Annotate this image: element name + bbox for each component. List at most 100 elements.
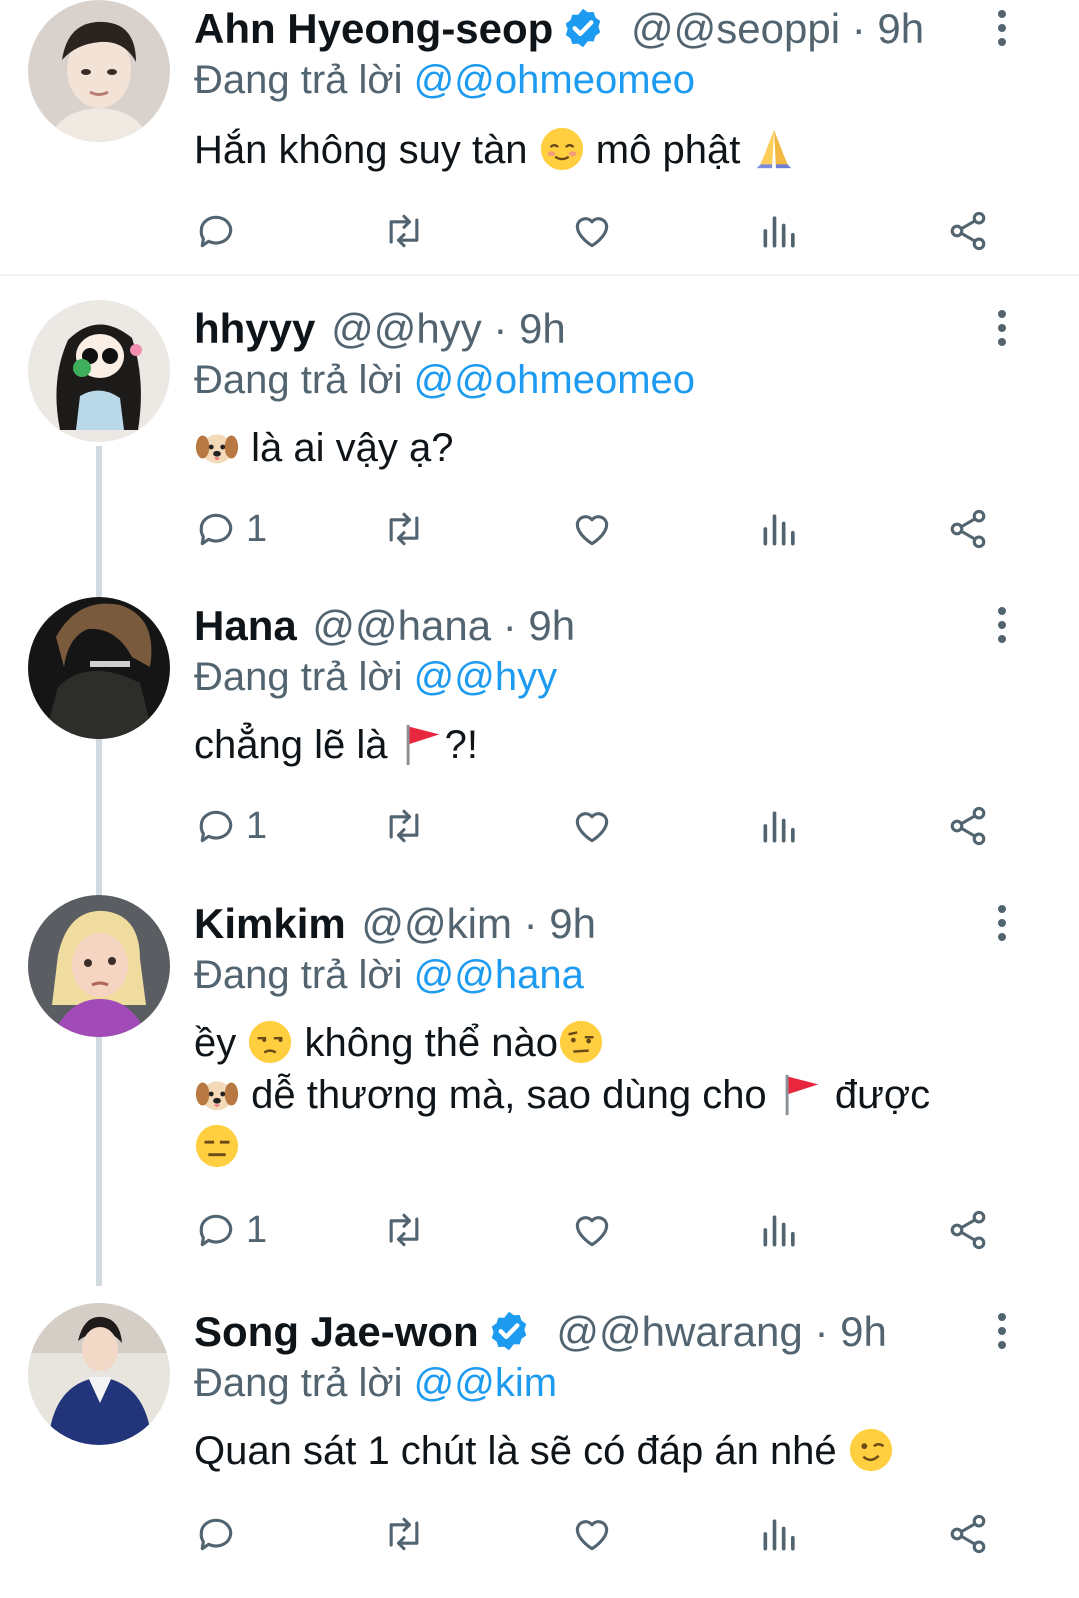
avatar[interactable] bbox=[28, 300, 170, 442]
author-name[interactable]: Song Jae-won bbox=[194, 1308, 479, 1355]
author-handle[interactable]: @@hwarang bbox=[556, 1308, 802, 1355]
author-handle[interactable]: @@hyy bbox=[331, 305, 482, 352]
tweet-actions bbox=[0, 206, 1079, 256]
tweet-actions: 1 bbox=[0, 504, 1079, 554]
share-button[interactable] bbox=[946, 206, 990, 256]
retweet-button[interactable] bbox=[382, 1509, 426, 1559]
views-button[interactable] bbox=[758, 504, 802, 554]
timestamp[interactable]: · 9h bbox=[524, 900, 596, 947]
reply-mention-link[interactable]: @@ohmeomeo bbox=[414, 358, 695, 402]
tweet-text-segment: không thể nào bbox=[293, 1021, 559, 1065]
timestamp[interactable]: · 9h bbox=[503, 602, 575, 649]
reply-count: 1 bbox=[246, 804, 268, 847]
author-name[interactable]: Hana bbox=[194, 602, 297, 649]
retweet-button[interactable] bbox=[382, 1205, 426, 1255]
author-name[interactable]: hhyyy bbox=[194, 305, 315, 352]
tweet-actions: 1 bbox=[0, 1205, 1079, 1255]
reply-prefix: Đang trả lời bbox=[194, 1361, 403, 1405]
reply-mention-link[interactable]: @@ohmeomeo bbox=[414, 58, 695, 102]
share-icon bbox=[950, 1514, 986, 1554]
like-button[interactable] bbox=[570, 504, 614, 554]
unamused-face-emoji bbox=[249, 1020, 292, 1064]
share-icon bbox=[950, 1210, 986, 1250]
reply-icon bbox=[199, 1214, 233, 1247]
timestamp[interactable]: · 9h bbox=[493, 305, 565, 352]
heart-icon bbox=[575, 217, 609, 248]
tweet-text-segment: Quan sát 1 chút là sẽ có đáp án nhé bbox=[194, 1429, 848, 1473]
avatar[interactable] bbox=[28, 895, 170, 1037]
like-button[interactable] bbox=[570, 801, 614, 851]
heart-icon bbox=[575, 812, 609, 843]
red-flag-emoji bbox=[785, 1074, 819, 1116]
retweet-icon bbox=[389, 1213, 419, 1247]
reply-mention-link[interactable]: @@hana bbox=[414, 953, 584, 997]
avatar[interactable] bbox=[28, 0, 170, 142]
views-button[interactable] bbox=[758, 206, 802, 256]
like-button[interactable] bbox=[570, 206, 614, 256]
avatar[interactable] bbox=[28, 1303, 170, 1445]
share-button[interactable] bbox=[946, 801, 990, 851]
reply-count: 1 bbox=[246, 507, 268, 550]
retweet-icon bbox=[389, 1517, 419, 1551]
tweet-text-segment: Hắn không suy tàn bbox=[194, 128, 539, 172]
author-name[interactable]: Ahn Hyeong-seop bbox=[194, 5, 553, 52]
tweet-actions bbox=[0, 1509, 1079, 1559]
reply-context: Đang trả lời @@hyy bbox=[194, 651, 557, 703]
author-name[interactable]: Kimkim bbox=[194, 900, 346, 947]
timestamp[interactable]: · 9h bbox=[852, 5, 924, 52]
more-vertical-icon[interactable] bbox=[990, 308, 1014, 348]
retweet-button[interactable] bbox=[382, 801, 426, 851]
more-vertical-icon[interactable] bbox=[990, 903, 1014, 943]
reply-button[interactable]: 1 bbox=[194, 504, 267, 554]
tweet-text: ềy không thể nào dễ thương mà, sao dùng … bbox=[194, 1017, 930, 1173]
retweet-button[interactable] bbox=[382, 206, 426, 256]
reply-context: Đang trả lời @@kim bbox=[194, 1357, 557, 1409]
reply-button[interactable]: 1 bbox=[194, 801, 267, 851]
reply-icon bbox=[199, 513, 233, 546]
retweet-icon bbox=[389, 512, 419, 546]
reply-mention-link[interactable]: @@kim bbox=[414, 1361, 557, 1405]
winking-face-emoji bbox=[849, 1428, 892, 1472]
red-flag-emoji bbox=[406, 724, 439, 766]
views-icon bbox=[763, 1215, 795, 1247]
share-button[interactable] bbox=[946, 1509, 990, 1559]
heart-icon bbox=[575, 1216, 609, 1247]
author-handle[interactable]: @@seoppi bbox=[631, 5, 840, 52]
thread-line bbox=[96, 446, 102, 1286]
raised-eyebrow-emoji bbox=[559, 1020, 603, 1064]
tweet-header: Ahn Hyeong-seop @@seoppi · 9h bbox=[194, 0, 924, 58]
reply-count: 1 bbox=[246, 1208, 268, 1251]
author-handle[interactable]: @@kim bbox=[361, 900, 512, 947]
reply-prefix: Đang trả lời bbox=[194, 655, 403, 699]
tweet-text-segment: là ai vậy ạ? bbox=[240, 426, 454, 470]
share-icon bbox=[950, 806, 986, 846]
dog-face-emoji bbox=[195, 434, 239, 464]
reply-button[interactable] bbox=[194, 1509, 246, 1559]
like-button[interactable] bbox=[570, 1509, 614, 1559]
share-button[interactable] bbox=[946, 504, 990, 554]
more-vertical-icon[interactable] bbox=[990, 605, 1014, 645]
like-button[interactable] bbox=[570, 1205, 614, 1255]
tweet-text-segment: ?! bbox=[444, 723, 478, 767]
views-button[interactable] bbox=[758, 1509, 802, 1559]
retweet-button[interactable] bbox=[382, 504, 426, 554]
more-vertical-icon[interactable] bbox=[990, 1311, 1014, 1351]
reply-mention-link[interactable]: @@hyy bbox=[414, 655, 557, 699]
relieved-face-emoji bbox=[540, 127, 583, 171]
reply-prefix: Đang trả lời bbox=[194, 953, 403, 997]
avatar[interactable] bbox=[28, 597, 170, 739]
views-button[interactable] bbox=[758, 801, 802, 851]
tweet-header: Song Jae-won @@hwarang · 9h bbox=[194, 1303, 887, 1361]
share-button[interactable] bbox=[946, 1205, 990, 1255]
reply-button[interactable]: 1 bbox=[194, 1205, 267, 1255]
timestamp[interactable]: · 9h bbox=[814, 1308, 886, 1355]
more-vertical-icon[interactable] bbox=[990, 8, 1014, 48]
views-button[interactable] bbox=[758, 1205, 802, 1255]
heart-icon bbox=[575, 1520, 609, 1551]
reply-prefix: Đang trả lời bbox=[194, 358, 403, 402]
reply-context: Đang trả lời @@ohmeomeo bbox=[194, 354, 695, 406]
reply-button[interactable] bbox=[194, 206, 246, 256]
author-handle[interactable]: @@hana bbox=[312, 602, 491, 649]
reply-icon bbox=[199, 215, 233, 248]
expressionless-face-emoji bbox=[195, 1124, 239, 1168]
